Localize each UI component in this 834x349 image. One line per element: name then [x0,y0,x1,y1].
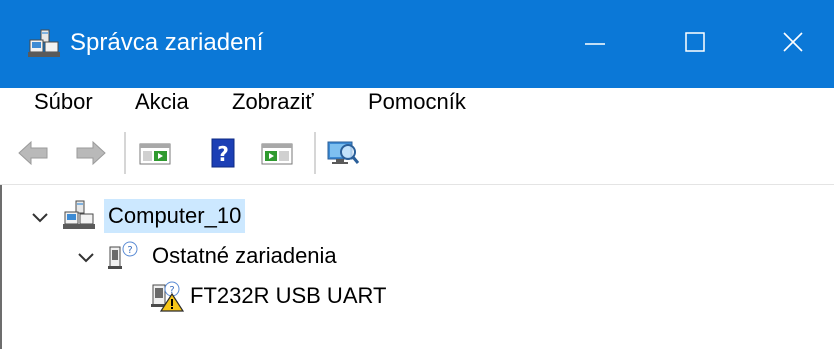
svg-text:?: ? [217,142,229,166]
device-manager-window: Správca zariadení Súbor Akcia Zobraziť P… [0,0,834,349]
toolbar-separator [124,132,126,174]
menu-file[interactable]: Súbor [34,88,93,124]
toolbar: ? [0,124,834,185]
properties-icon [261,143,293,165]
back-button[interactable] [16,136,50,170]
menu-view[interactable]: Zobraziť [232,88,314,124]
forward-arrow-icon [76,140,106,166]
window-title: Správca zariadení [70,29,264,56]
tree-node-label[interactable]: Computer_10 [104,199,246,233]
show-hide-console-tree-button[interactable] [138,136,172,170]
unknown-device-icon: ? [106,239,140,273]
help-icon: ? [211,138,235,168]
device-tree: Computer_10 ? Ostatné zariadenia ? FT232… [0,185,834,349]
tree-node-label[interactable]: Ostatné zariadenia [148,239,341,273]
maximize-icon [685,32,705,52]
close-button[interactable] [758,0,828,88]
svg-text:?: ? [127,245,132,256]
close-icon [783,32,803,52]
show-hide-console-tree-icon [139,143,171,165]
title-bar[interactable]: Správca zariadení [0,0,834,88]
back-arrow-icon [18,140,48,166]
help-button[interactable]: ? [206,136,240,170]
maximize-button[interactable] [660,0,730,88]
menu-bar: Súbor Akcia Zobraziť Pomocník [0,88,834,124]
scan-hardware-changes-button[interactable] [326,136,360,170]
chevron-down-icon[interactable] [30,207,50,227]
minimize-button[interactable] [560,0,630,88]
tree-node-label[interactable]: FT232R USB UART [186,279,390,313]
chevron-down-icon[interactable] [76,247,96,267]
device-warning-icon: ? [150,279,185,313]
forward-button[interactable] [74,136,108,170]
device-manager-icon [28,28,60,58]
menu-help[interactable]: Pomocník [368,88,466,124]
computer-icon [62,199,96,233]
minimize-icon [585,43,605,45]
scan-hardware-changes-icon [327,141,360,164]
menu-action[interactable]: Akcia [135,88,189,124]
properties-button[interactable] [260,136,294,170]
toolbar-separator [314,132,316,174]
